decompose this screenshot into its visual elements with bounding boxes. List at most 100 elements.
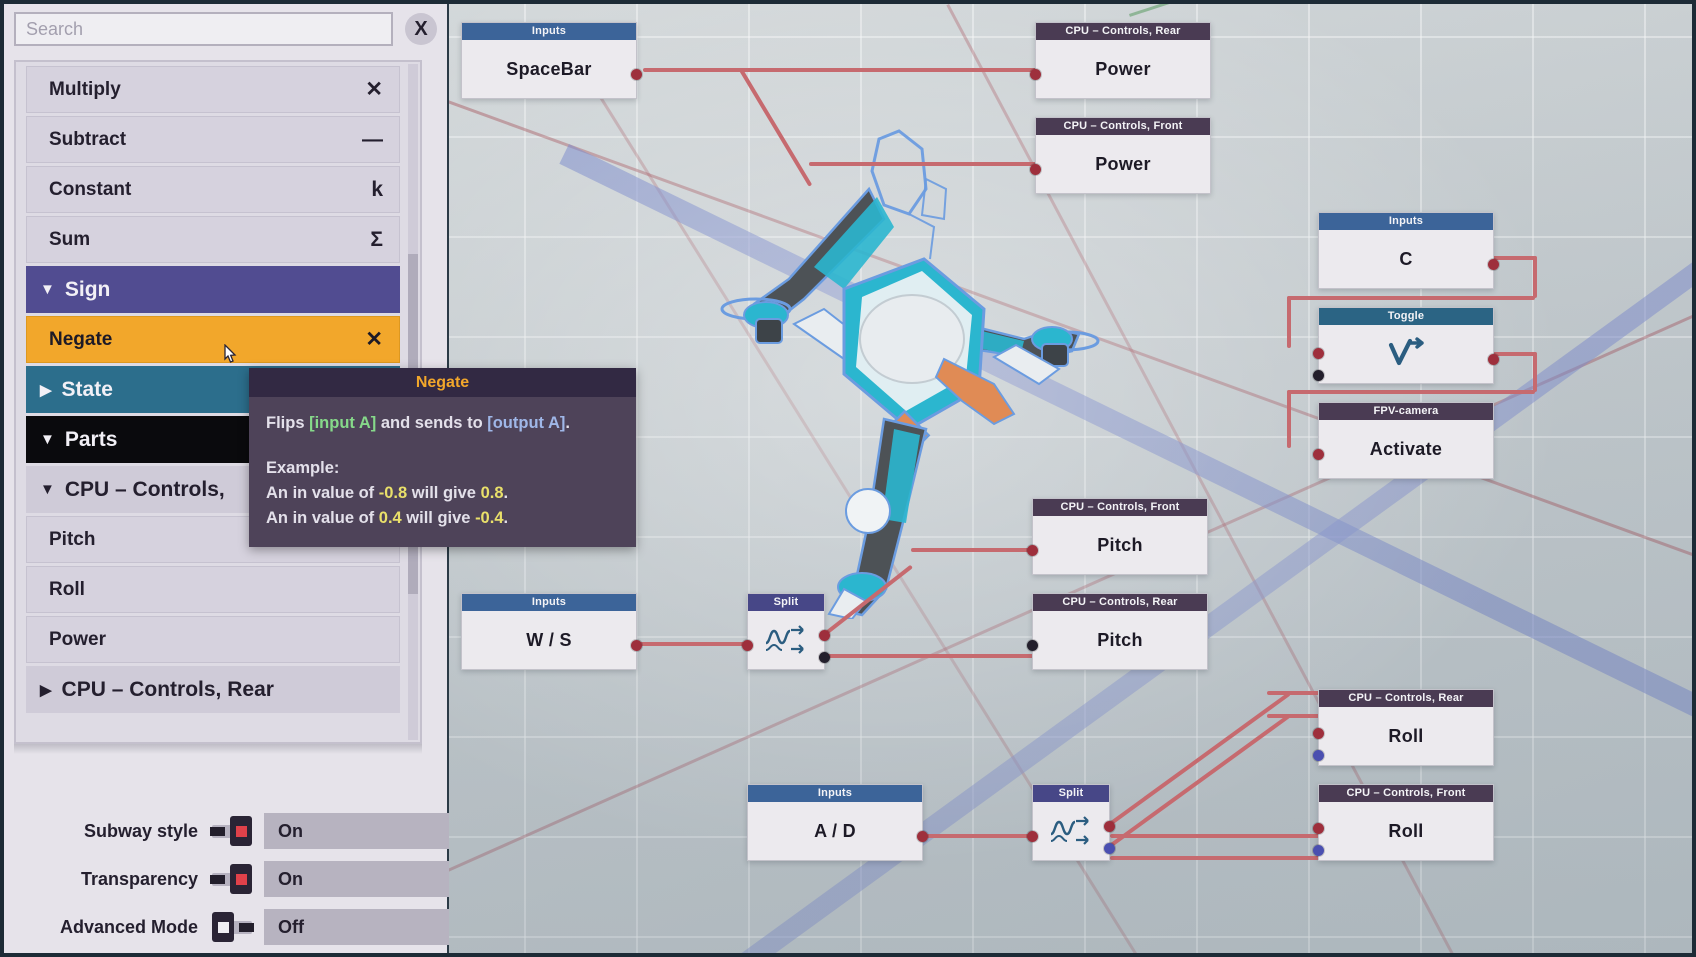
split-waveform-icon (748, 611, 824, 669)
graph-node-title: Toggle (1319, 308, 1493, 325)
graph-node[interactable]: CPU – Controls, FrontPitch (1032, 498, 1208, 575)
node-port-right[interactable] (1104, 843, 1115, 854)
search-input[interactable] (14, 12, 393, 46)
node-list-item-label: Sign (65, 278, 384, 302)
node-port-right[interactable] (819, 652, 830, 663)
graph-node[interactable]: Split (1032, 784, 1110, 861)
graph-node-title: CPU – Controls, Rear (1033, 594, 1207, 611)
node-port-right[interactable] (1488, 354, 1499, 365)
graph-node-title: Inputs (462, 594, 636, 611)
node-port-left[interactable] (742, 640, 753, 651)
node-list-item-power[interactable]: Power (26, 616, 400, 663)
wire-segment (1533, 352, 1537, 392)
node-port-left[interactable] (1030, 164, 1041, 175)
node-port-left[interactable] (1313, 348, 1324, 359)
wire-segment (639, 642, 751, 646)
node-port-right[interactable] (1104, 821, 1115, 832)
node-port-left[interactable] (1313, 823, 1324, 834)
tooltip-body: Flips [input A] and sends to [output A].… (249, 397, 636, 547)
setting-toggle-transparency[interactable] (210, 864, 254, 894)
chevron-down-icon: ▼ (40, 281, 55, 298)
ex1-part: . (504, 484, 509, 502)
graph-node[interactable]: FPV-cameraActivate (1318, 402, 1494, 479)
toggle-check-arrow-icon (1319, 325, 1493, 383)
node-port-left[interactable] (1313, 449, 1324, 460)
node-port-right[interactable] (1488, 259, 1499, 270)
node-list-item-multiply[interactable]: Multiply✕ (26, 66, 400, 113)
graph-node[interactable]: InputsC (1318, 212, 1494, 289)
graph-node[interactable]: CPU – Controls, FrontPower (1035, 117, 1211, 194)
node-list-item-negate[interactable]: Negate✕ (26, 316, 400, 363)
node-port-right[interactable] (631, 640, 642, 651)
graph-node[interactable]: InputsW / S (461, 593, 637, 670)
wire-segment (925, 834, 1037, 838)
node-list-item-roll[interactable]: Roll (26, 566, 400, 613)
ex1-part: will give (407, 484, 480, 502)
toggle-indicator-icon (236, 826, 247, 837)
toggle-stem (210, 875, 225, 884)
toggle-indicator-icon (218, 922, 229, 933)
setting-value: Off (264, 909, 449, 945)
graph-node-label: Roll (1319, 802, 1493, 860)
tooltip-desc-part: and sends to (376, 414, 487, 432)
ex1-input-value: -0.8 (379, 484, 407, 502)
ex1-part: An in value of (266, 484, 379, 502)
node-list-item-sign[interactable]: ▼ Sign (26, 266, 400, 313)
clear-search-button[interactable]: X (405, 13, 437, 45)
node-port-left[interactable] (1027, 545, 1038, 556)
node-port-left[interactable] (1313, 728, 1324, 739)
graph-node[interactable]: Toggle (1318, 307, 1494, 384)
node-list-item-subtract[interactable]: Subtract— (26, 116, 400, 163)
node-port-left[interactable] (1030, 69, 1041, 80)
node-list-item-cpu-controls-rear[interactable]: ▶CPU – Controls, Rear (26, 666, 400, 713)
node-port-right[interactable] (819, 630, 830, 641)
node-list-item-label: Multiply (49, 79, 365, 101)
graph-node-title: Split (748, 594, 824, 611)
graph-node[interactable]: CPU – Controls, RearRoll (1318, 689, 1494, 766)
node-port-right[interactable] (917, 831, 928, 842)
settings-panel: Subway styleOnTransparencyOnAdvanced Mod… (14, 801, 449, 953)
tooltip-spacer (266, 436, 619, 456)
node-list-item-sum[interactable]: SumΣ (26, 216, 400, 263)
setting-toggle-advanced-mode[interactable] (210, 912, 254, 942)
node-list-item-symbol-icon: k (371, 178, 383, 202)
setting-label: Advanced Mode (14, 917, 210, 938)
node-tooltip: Negate Flips [input A] and sends to [out… (249, 368, 636, 547)
wire-segment (643, 68, 743, 72)
graph-node[interactable]: CPU – Controls, RearPitch (1032, 593, 1208, 670)
node-list-item-symbol-icon: ✕ (365, 327, 383, 352)
setting-row: Advanced Mode Off (14, 905, 449, 949)
node-list-item-label: Subtract (49, 129, 362, 151)
wire-segment (1287, 390, 1291, 448)
graph-node-title: Inputs (1319, 213, 1493, 230)
ex2-input-value: 0.4 (379, 509, 402, 527)
graph-node-title: Split (1033, 785, 1109, 802)
tooltip-desc-part: Flips (266, 414, 309, 432)
chevron-right-icon: ▶ (40, 381, 52, 399)
toggle-knob (212, 912, 234, 942)
node-list-item-label: Roll (49, 579, 383, 601)
node-port-left[interactable] (1027, 831, 1038, 842)
setting-toggle-subway-style[interactable] (210, 816, 254, 846)
graph-node[interactable]: Split (747, 593, 825, 670)
graph-node[interactable]: CPU – Controls, FrontRoll (1318, 784, 1494, 861)
node-port-left[interactable] (1313, 370, 1324, 381)
graph-node[interactable]: InputsA / D (747, 784, 923, 861)
node-port-left[interactable] (1313, 845, 1324, 856)
graph-node[interactable]: CPU – Controls, RearPower (1035, 22, 1211, 99)
graph-node[interactable]: InputsSpaceBar (461, 22, 637, 99)
tooltip-description: Flips [input A] and sends to [output A]. (266, 411, 619, 436)
toggle-indicator-icon (236, 874, 247, 885)
graph-node-title: Inputs (748, 785, 922, 802)
node-port-left[interactable] (1313, 750, 1324, 761)
graph-node-title: CPU – Controls, Front (1036, 118, 1210, 135)
graph-node-title: FPV-camera (1319, 403, 1493, 420)
node-port-right[interactable] (631, 69, 642, 80)
ex1-output-value: 0.8 (481, 484, 504, 502)
setting-label: Subway style (14, 821, 210, 842)
split-waveform-icon (1033, 802, 1109, 860)
node-list-item-constant[interactable]: Constantk (26, 166, 400, 213)
node-port-left[interactable] (1027, 640, 1038, 651)
tooltip-example-1: An in value of -0.8 will give 0.8. (266, 481, 619, 506)
wire-segment (1287, 296, 1535, 300)
